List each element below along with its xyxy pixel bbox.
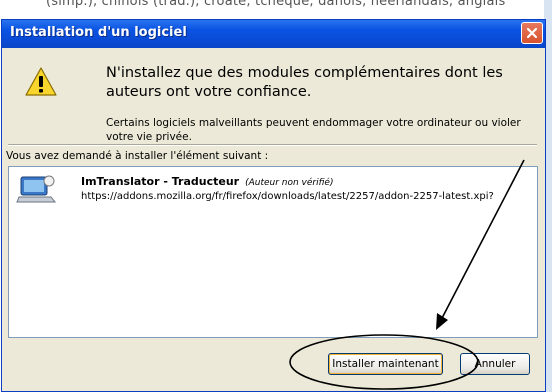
annotation-ellipse — [289, 334, 479, 390]
annotation-arrow-line — [439, 159, 525, 323]
annotation-overlay — [289, 159, 525, 390]
annotation-arrow-head — [436, 313, 448, 330]
